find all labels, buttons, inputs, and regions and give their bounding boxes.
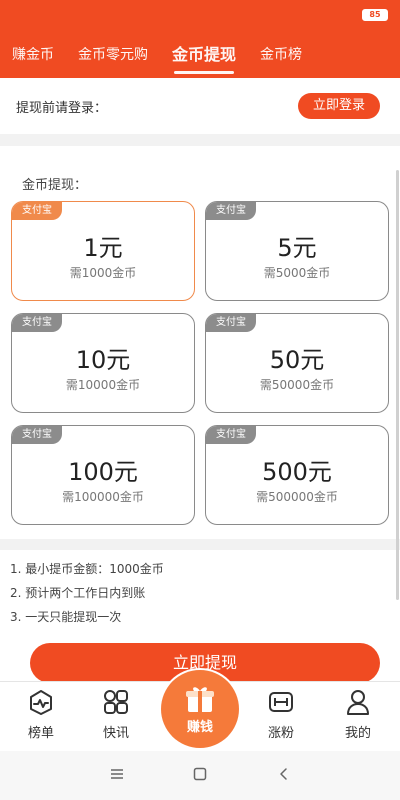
nav-item-ranking[interactable]: 榜单 bbox=[11, 688, 71, 741]
menu-icon[interactable] bbox=[110, 767, 124, 781]
login-button[interactable]: 立即登录 bbox=[298, 93, 380, 119]
withdraw-amount: 100元 bbox=[68, 458, 138, 486]
login-prompt-text: 提现前请登录： bbox=[16, 101, 108, 116]
alipay-badge: 支付宝 bbox=[12, 202, 62, 220]
withdraw-option-card[interactable]: 支付宝 10元 需10000金币 bbox=[11, 313, 195, 413]
alipay-badge: 支付宝 bbox=[206, 314, 256, 332]
withdraw-amount: 5元 bbox=[277, 234, 317, 262]
alipay-badge: 支付宝 bbox=[12, 426, 62, 444]
withdraw-options-section: 金币提现： 支付宝 1元 需1000金币 支付宝 5元 需5000金币 支付宝 … bbox=[0, 146, 400, 539]
status-bar: 85 bbox=[0, 0, 400, 28]
withdraw-amount: 500元 bbox=[262, 458, 332, 486]
gift-icon bbox=[186, 687, 214, 712]
tab-coin-ranking[interactable]: 金币榜 bbox=[260, 40, 302, 78]
nav-label: 我的 bbox=[344, 726, 371, 741]
apps-icon bbox=[104, 690, 128, 714]
back-icon[interactable] bbox=[277, 767, 291, 781]
tab-bar: 赚金币 金币零元购 金币提现 金币榜 bbox=[0, 40, 326, 78]
home-icon[interactable] bbox=[193, 767, 207, 781]
nav-item-me[interactable]: 我的 bbox=[328, 688, 388, 741]
withdraw-option-card[interactable]: 支付宝 1元 需1000金币 bbox=[11, 201, 195, 301]
nav-item-earn[interactable]: 赚钱 bbox=[161, 670, 239, 748]
scrollbar[interactable] bbox=[396, 170, 399, 600]
app-header: 85 赚金币 金币零元购 金币提现 金币榜 bbox=[0, 0, 400, 78]
chart-icon bbox=[30, 690, 52, 715]
tab-earn-coins[interactable]: 赚金币 bbox=[12, 40, 54, 78]
coin-cost: 需10000金币 bbox=[65, 378, 141, 392]
dumbbell-icon bbox=[269, 692, 293, 712]
tab-coin-withdraw[interactable]: 金币提现 bbox=[172, 40, 236, 78]
nav-item-grow-fans[interactable]: 涨粉 bbox=[251, 688, 311, 741]
user-icon bbox=[347, 690, 369, 715]
coin-cost: 需100000金币 bbox=[62, 490, 144, 504]
withdraw-option-card[interactable]: 支付宝 5元 需5000金币 bbox=[205, 201, 389, 301]
tab-zero-price-shop[interactable]: 金币零元购 bbox=[78, 40, 148, 78]
withdraw-option-card[interactable]: 支付宝 100元 需100000金币 bbox=[11, 425, 195, 525]
withdraw-option-card[interactable]: 支付宝 50元 需50000金币 bbox=[205, 313, 389, 413]
battery-indicator: 85 bbox=[362, 9, 388, 21]
coin-cost: 需50000金币 bbox=[259, 378, 335, 392]
nav-label: 赚钱 bbox=[186, 720, 213, 735]
nav-label: 快讯 bbox=[102, 726, 129, 741]
login-prompt-row: 提现前请登录： 立即登录 bbox=[0, 78, 400, 134]
rule-item: 3. 一天只能提现一次 bbox=[10, 610, 122, 624]
alipay-badge: 支付宝 bbox=[206, 202, 256, 220]
nav-label: 榜单 bbox=[27, 726, 54, 741]
withdraw-amount: 1元 bbox=[83, 234, 123, 262]
nav-label: 涨粉 bbox=[267, 726, 294, 741]
nav-item-news[interactable]: 快讯 bbox=[86, 688, 146, 741]
rule-item: 2. 预计两个工作日内到账 bbox=[10, 586, 146, 600]
rule-item: 1. 最小提币金额：1000金币 bbox=[10, 562, 164, 576]
withdraw-title: 金币提现： bbox=[22, 178, 88, 193]
withdraw-option-card[interactable]: 支付宝 500元 需500000金币 bbox=[205, 425, 389, 525]
withdraw-amount: 10元 bbox=[75, 346, 131, 374]
alipay-badge: 支付宝 bbox=[206, 426, 256, 444]
withdraw-amount: 50元 bbox=[269, 346, 325, 374]
coin-cost: 需5000金币 bbox=[263, 266, 331, 280]
system-nav-bar bbox=[0, 751, 400, 800]
coin-cost: 需500000金币 bbox=[256, 490, 338, 504]
alipay-badge: 支付宝 bbox=[12, 314, 62, 332]
coin-cost: 需1000金币 bbox=[69, 266, 137, 280]
